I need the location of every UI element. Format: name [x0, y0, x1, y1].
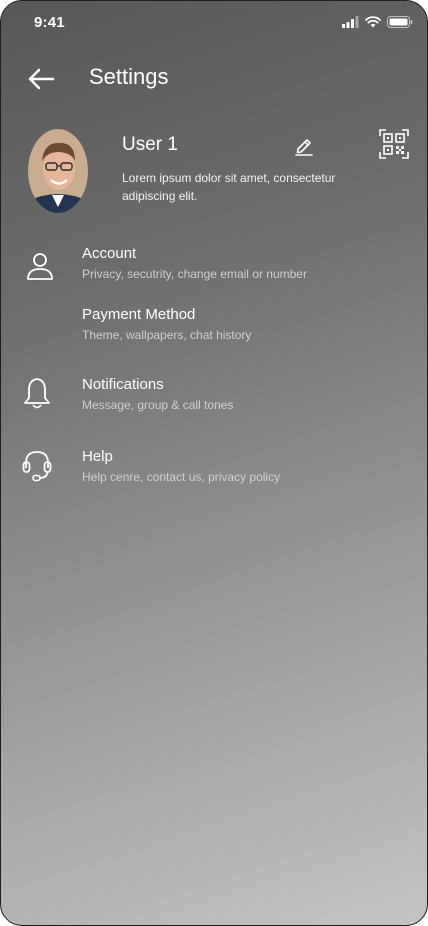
profile-bio: Lorem ipsum dolor sit amet, consectetur … — [122, 171, 336, 203]
menu-item-payment-method[interactable]: Payment Method Theme, wallpapers, chat h… — [1, 306, 427, 356]
menu-item-title: Payment Method — [82, 306, 196, 323]
cellular-signal-icon — [342, 16, 359, 28]
back-button[interactable] — [27, 67, 55, 91]
menu-item-subtitle: Message, group & call tones — [82, 398, 234, 412]
avatar[interactable] — [28, 129, 88, 213]
menu-item-account[interactable]: Account Privacy, secutrity, change email… — [1, 245, 427, 295]
edit-profile-button[interactable] — [293, 134, 315, 156]
menu-item-subtitle: Help cenre, contact us, privacy policy — [82, 470, 281, 484]
profile-name: User 1 — [122, 134, 178, 155]
arrow-left-icon — [28, 68, 55, 90]
menu-item-help[interactable]: Help Help cenre, contact us, privacy pol… — [1, 448, 427, 498]
menu-item-title: Help — [82, 448, 113, 465]
qr-code-icon — [379, 129, 409, 159]
pencil-icon — [295, 139, 313, 156]
qr-code-button[interactable] — [379, 129, 409, 159]
menu-item-title: Account — [82, 245, 137, 262]
battery-icon — [387, 16, 413, 28]
page-title: Settings — [89, 64, 169, 89]
avatar-photo — [28, 129, 88, 213]
menu-item-subtitle: Theme, wallpapers, chat history — [82, 328, 252, 342]
phone-screen: 9:41 Settings User 1 Lorem ipsum dolor s… — [0, 0, 428, 926]
bell-icon — [24, 378, 50, 409]
menu-item-title: Notifications — [82, 376, 164, 393]
wifi-icon — [365, 16, 381, 28]
user-icon — [27, 253, 53, 280]
menu-item-notifications[interactable]: Notifications Message, group & call tone… — [1, 376, 427, 426]
status-time: 9:41 — [34, 14, 65, 31]
headset-icon — [22, 451, 52, 482]
menu-item-subtitle: Privacy, secutrity, change email or numb… — [82, 267, 307, 281]
